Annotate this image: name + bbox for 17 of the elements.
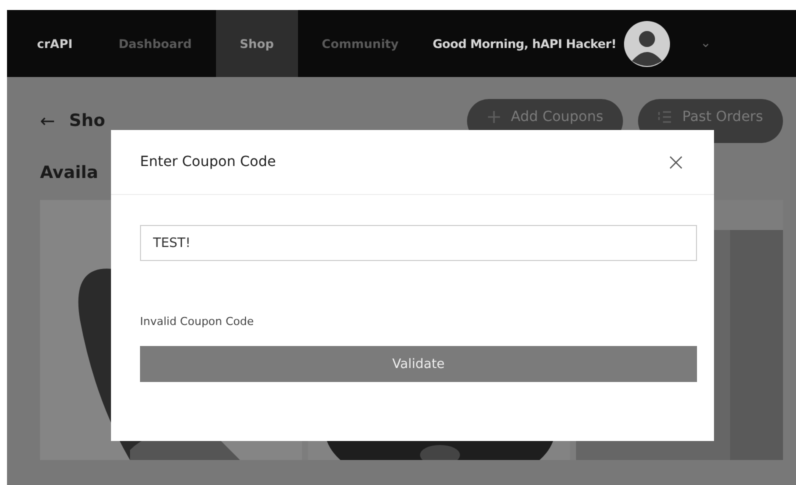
coupon-input-field[interactable]: TEST! bbox=[140, 225, 697, 261]
nav-tab[interactable]: Community bbox=[298, 10, 423, 77]
dialog-title: Enter Coupon Code bbox=[140, 154, 276, 170]
list-icon bbox=[658, 110, 672, 124]
close-icon[interactable]: × bbox=[666, 148, 686, 176]
validate-button[interactable]: Validate bbox=[140, 346, 697, 382]
page-title: Sho bbox=[69, 111, 106, 131]
back-arrow-icon[interactable]: ← bbox=[40, 110, 56, 132]
brand-logo[interactable]: crAPI bbox=[37, 36, 73, 50]
nav-tab[interactable]: Dashboard bbox=[94, 10, 216, 77]
section-title: Availa bbox=[40, 163, 100, 183]
caret-icon[interactable]: ⌄ bbox=[700, 36, 712, 51]
avatar-icon[interactable] bbox=[624, 20, 670, 66]
nav-tab[interactable]: Shop bbox=[216, 10, 298, 77]
plus-icon bbox=[486, 110, 501, 124]
error-message: Invalid Coupon Code bbox=[140, 315, 255, 328]
greeting-text: Good Morning, hAPI Hacker! bbox=[432, 36, 616, 50]
